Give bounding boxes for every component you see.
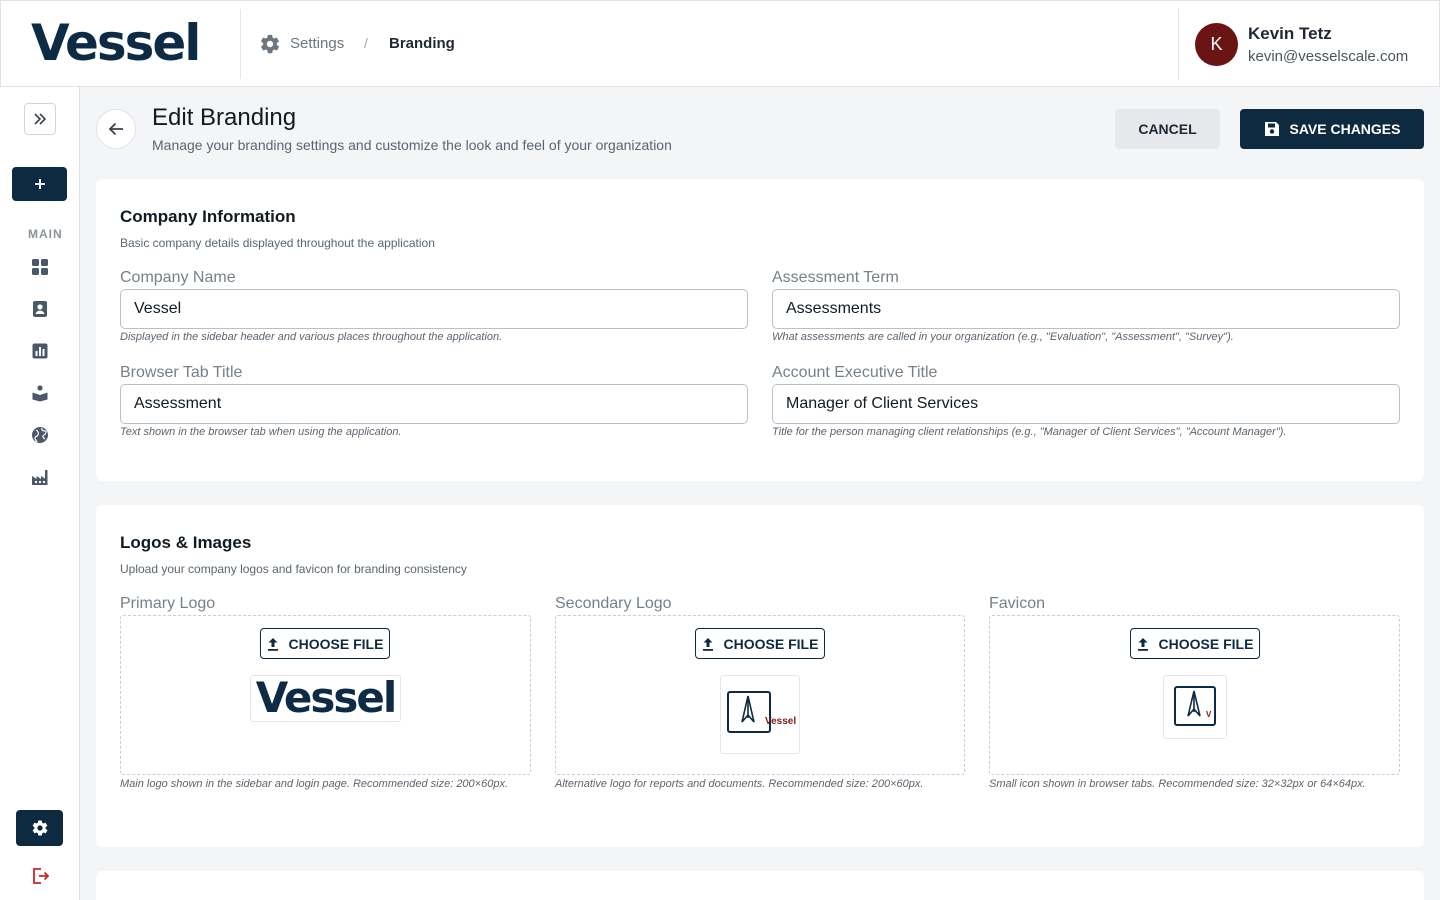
account-exec-help: Title for the person managing client rel… <box>772 426 1287 438</box>
company-name-label: Company Name <box>120 269 236 286</box>
primary-logo-dropzone[interactable]: CHOOSE FILE Vessel <box>120 615 531 775</box>
company-info-card: Company Information Basic company detail… <box>96 179 1424 481</box>
globe-icon[interactable] <box>31 426 49 444</box>
breadcrumb-current: Branding <box>389 35 455 52</box>
save-changes-button[interactable]: SAVE CHANGES <box>1240 109 1424 149</box>
gear-icon <box>261 34 279 54</box>
account-exec-label: Account Executive Title <box>772 364 938 381</box>
company-name-input[interactable] <box>120 289 748 329</box>
sidebar: MAIN <box>0 87 80 900</box>
assessment-term-input[interactable] <box>772 289 1400 329</box>
page-subtitle: Manage your branding settings and custom… <box>152 137 672 153</box>
choose-file-label: CHOOSE FILE <box>1158 635 1254 652</box>
save-icon <box>1264 122 1279 136</box>
section-title: Company Information <box>120 207 296 226</box>
logout-icon[interactable] <box>30 866 50 886</box>
top-bar: Vessel Settings / Branding K Kevin Tetz … <box>0 0 1440 87</box>
analytics-icon[interactable] <box>31 342 49 360</box>
primary-choose-file-button[interactable]: CHOOSE FILE <box>260 628 390 659</box>
avatar[interactable]: K <box>1195 23 1238 66</box>
brand-logo[interactable]: Vessel <box>31 13 201 73</box>
secondary-choose-file-button[interactable]: CHOOSE FILE <box>695 628 825 659</box>
account-exec-input[interactable] <box>772 384 1400 424</box>
plus-icon <box>34 179 45 189</box>
favicon-help: Small icon shown in browser tabs. Recomm… <box>989 778 1366 790</box>
primary-logo-preview: Vessel <box>250 675 401 722</box>
double-chevron-right-icon <box>34 113 47 125</box>
arrow-left-icon <box>108 122 123 136</box>
page-title: Edit Branding <box>152 104 297 131</box>
primary-logo-label: Primary Logo <box>120 595 216 612</box>
learning-icon[interactable] <box>31 384 49 402</box>
nav-section-label: MAIN <box>28 227 63 241</box>
favicon-choose-file-button[interactable]: CHOOSE FILE <box>1130 628 1260 659</box>
sidebar-item-settings[interactable] <box>16 810 63 846</box>
breadcrumb-settings[interactable]: Settings <box>290 35 344 52</box>
breadcrumb-separator: / <box>364 35 368 51</box>
secondary-logo-label: Secondary Logo <box>555 595 672 612</box>
favicon-wordmark: V <box>1206 710 1212 719</box>
upload-icon <box>267 637 278 651</box>
section-title: Logos & Images <box>120 533 252 552</box>
secondary-logo-dropzone[interactable]: CHOOSE FILE Vessel <box>555 615 965 775</box>
gear-icon <box>32 820 47 836</box>
browser-title-input[interactable] <box>120 384 748 424</box>
save-button-label: SAVE CHANGES <box>1289 121 1401 137</box>
factory-icon[interactable] <box>31 468 49 486</box>
company-name-help: Displayed in the sidebar header and vari… <box>120 331 503 343</box>
topbar-divider <box>1178 9 1179 79</box>
contacts-icon[interactable] <box>31 300 49 318</box>
logos-card: Logos & Images Upload your company logos… <box>96 505 1424 847</box>
vessel-emblem-icon <box>727 691 771 733</box>
user-email: kevin@vesselscale.com <box>1248 48 1409 65</box>
choose-file-label: CHOOSE FILE <box>723 635 819 652</box>
upload-icon <box>1137 637 1148 651</box>
section-subtitle: Basic company details displayed througho… <box>120 236 435 250</box>
upload-icon <box>702 637 713 651</box>
favicon-preview: V <box>1163 675 1227 739</box>
vessel-emblem-icon <box>1174 686 1216 726</box>
assessment-term-help: What assessments are called in your orga… <box>772 331 1234 343</box>
secondary-logo-help: Alternative logo for reports and documen… <box>555 778 924 790</box>
add-button[interactable] <box>12 167 67 201</box>
expand-sidebar-button[interactable] <box>24 103 56 135</box>
browser-title-label: Browser Tab Title <box>120 364 243 381</box>
user-name: Kevin Tetz <box>1248 24 1332 43</box>
section-subtitle: Upload your company logos and favicon fo… <box>120 562 467 576</box>
next-section-card <box>96 871 1424 900</box>
dashboard-icon[interactable] <box>31 258 49 276</box>
secondary-logo-preview: Vessel <box>720 675 800 754</box>
topbar-divider <box>240 9 241 79</box>
cancel-button[interactable]: CANCEL <box>1115 109 1220 149</box>
cancel-button-label: CANCEL <box>1138 121 1197 137</box>
favicon-label: Favicon <box>989 595 1046 612</box>
back-button[interactable] <box>96 109 136 149</box>
secondary-logo-wordmark: Vessel <box>765 716 797 727</box>
assessment-term-label: Assessment Term <box>772 269 899 286</box>
choose-file-label: CHOOSE FILE <box>288 635 384 652</box>
primary-logo-help: Main logo shown in the sidebar and login… <box>120 778 509 790</box>
favicon-dropzone[interactable]: CHOOSE FILE V <box>989 615 1400 775</box>
browser-title-help: Text shown in the browser tab when using… <box>120 426 402 438</box>
